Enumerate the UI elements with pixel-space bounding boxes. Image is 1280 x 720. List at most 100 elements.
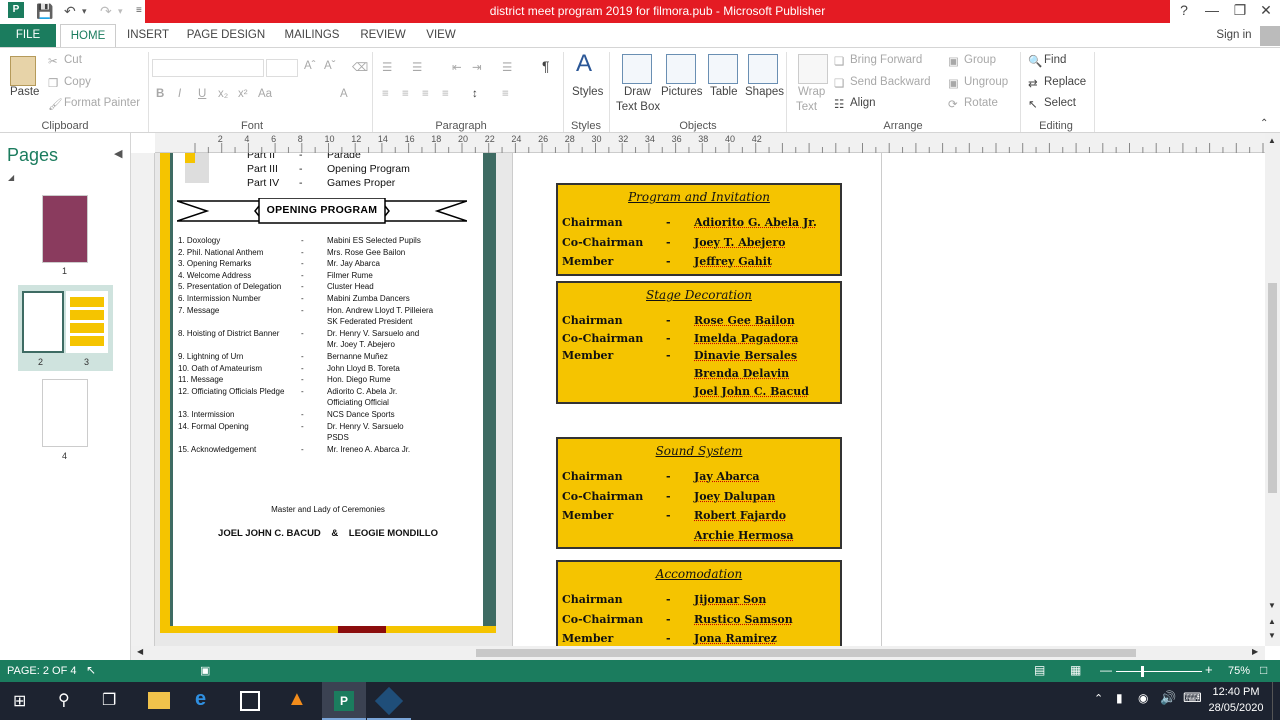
tray-chevron-icon[interactable]: ⌃ <box>1094 692 1103 705</box>
save-icon[interactable]: 💾 <box>36 3 53 20</box>
vertical-ruler[interactable] <box>131 153 155 646</box>
show-desktop-button[interactable] <box>1272 682 1280 720</box>
italic-button[interactable]: I <box>178 88 181 100</box>
pictures-button[interactable]: Pictures <box>661 86 703 98</box>
numbering-icon[interactable]: ☰ <box>412 60 422 74</box>
redo-dropdown-icon[interactable]: ▾ <box>118 6 123 17</box>
align-left-icon[interactable]: ≡ <box>382 88 389 100</box>
close-button[interactable]: ✕ <box>1252 2 1280 19</box>
tab-mailings[interactable]: MAILINGS <box>280 24 344 48</box>
show-pilcrow-button[interactable]: ¶ <box>542 58 550 74</box>
horizontal-scrollbar[interactable]: ◀ ▶ <box>131 646 1265 660</box>
change-case-button[interactable]: Aa <box>258 88 272 100</box>
clear-formatting-icon[interactable]: ⌫ <box>352 60 368 74</box>
search-icon[interactable]: ⚲ <box>58 690 70 710</box>
collapse-ribbon-icon[interactable]: ⌃ <box>1260 118 1268 129</box>
draw-text-box-button[interactable]: Draw <box>624 86 651 98</box>
justify-icon[interactable]: ≡ <box>442 88 449 100</box>
task-view-icon[interactable]: ❐ <box>102 690 116 710</box>
undo-dropdown-icon[interactable]: ▾ <box>82 6 87 17</box>
page-thumbnail-4[interactable] <box>42 379 88 447</box>
zoom-slider[interactable] <box>1116 671 1202 672</box>
tab-file[interactable]: FILE <box>0 24 56 48</box>
minimize-button[interactable]: — <box>1198 2 1226 18</box>
windows-start-icon[interactable]: ⊞ <box>13 691 26 711</box>
send-backward-button[interactable]: Send Backward <box>850 76 931 88</box>
file-explorer-icon[interactable] <box>148 692 170 709</box>
object-position-icon[interactable]: ▣ <box>200 664 210 677</box>
bullets-icon[interactable]: ☰ <box>382 60 392 74</box>
columns-icon[interactable]: ☰ <box>502 60 512 74</box>
superscript-button[interactable]: x² <box>238 88 248 100</box>
page-down-icon[interactable]: ▼ <box>1268 631 1276 640</box>
two-page-view-icon[interactable]: ▦ <box>1070 663 1081 677</box>
battery-icon[interactable]: ▮ <box>1116 691 1123 705</box>
undo-icon[interactable]: ↶ <box>64 3 76 20</box>
help-button[interactable]: ? <box>1170 2 1198 18</box>
committee-box[interactable]: Accomodation Chairman - Jijomar Son Co-Chair… <box>556 560 842 646</box>
font-color-button[interactable]: A <box>340 88 348 100</box>
grow-font-icon[interactable]: Aˆ <box>304 60 316 72</box>
committee-box[interactable]: Program and Invitation Chairman - Adiorito … <box>556 183 842 276</box>
select-button[interactable]: Select <box>1044 97 1076 109</box>
rotate-button[interactable]: Rotate <box>964 97 998 109</box>
sign-in-link[interactable]: Sign in <box>1210 24 1258 48</box>
page-up-icon[interactable]: ▲ <box>1268 617 1276 626</box>
shrink-font-icon[interactable]: Aˇ <box>324 60 336 72</box>
document-canvas[interactable]: Part II - Parade Part III - Opening Program Pa… <box>155 153 1265 646</box>
replace-button[interactable]: Replace <box>1044 76 1086 88</box>
bold-button[interactable]: B <box>156 88 164 100</box>
tab-view[interactable]: VIEW <box>422 24 460 48</box>
zoom-out-icon[interactable]: — <box>1100 663 1112 677</box>
group-button[interactable]: Group <box>964 54 996 66</box>
zoom-slider-thumb[interactable] <box>1141 666 1144 677</box>
zoom-in-icon[interactable]: + <box>1205 662 1213 677</box>
page-2[interactable]: Part II - Parade Part III - Opening Program Pa… <box>173 153 483 626</box>
committee-box[interactable]: Sound System Chairman - Jay Abarca Co-Chairm… <box>556 437 842 549</box>
volume-icon[interactable]: 🔊 <box>1160 690 1176 706</box>
clock-time[interactable]: 12:40 PM <box>1206 686 1266 698</box>
clock-date[interactable]: 28/05/2020 <box>1206 702 1266 714</box>
expand-section-icon[interactable]: ◢ <box>8 173 14 182</box>
page-thumbnail-1[interactable] <box>42 195 88 263</box>
network-icon[interactable]: ◉ <box>1138 691 1148 705</box>
publisher-app-icon[interactable]: P <box>8 2 24 18</box>
user-avatar[interactable] <box>1260 26 1280 46</box>
taskbar-filmora[interactable] <box>367 682 411 720</box>
format-painter-button[interactable]: Format Painter <box>64 97 140 109</box>
tab-review[interactable]: REVIEW <box>358 24 408 48</box>
paragraph-spacing-icon[interactable]: ≡ <box>502 88 509 100</box>
scroll-thumb[interactable] <box>1268 283 1277 493</box>
tab-home[interactable]: HOME <box>60 24 116 48</box>
decrease-indent-icon[interactable]: ⇤ <box>452 60 462 74</box>
underline-button[interactable]: U <box>198 88 206 100</box>
bring-forward-button[interactable]: Bring Forward <box>850 54 922 66</box>
shapes-button[interactable]: Shapes <box>745 86 784 98</box>
font-family-select[interactable] <box>152 59 264 77</box>
page-indicator[interactable]: PAGE: 2 OF 4 <box>7 665 77 677</box>
align-button[interactable]: Align <box>850 97 876 109</box>
line-spacing-icon[interactable]: ↕ <box>472 88 478 100</box>
hscroll-thumb[interactable] <box>476 649 1136 657</box>
copy-button[interactable]: Copy <box>64 76 91 88</box>
styles-button[interactable]: Styles <box>572 86 603 98</box>
keyboard-icon[interactable]: ⌨ <box>1183 690 1202 706</box>
customize-toolbar-icon[interactable]: ≡ <box>136 5 142 16</box>
table-button[interactable]: Table <box>710 86 738 98</box>
wrap-text-button[interactable]: Wrap <box>798 86 825 98</box>
taskbar-publisher[interactable]: P <box>322 682 366 720</box>
font-size-select[interactable] <box>266 59 298 77</box>
scratch-area[interactable] <box>882 153 1265 646</box>
scroll-down-icon[interactable]: ▼ <box>1268 601 1276 610</box>
horizontal-ruler[interactable]: 2 4 6 8 10 12 14 16 18 20 22 24 26 28 30 32 34 36 38 40 42 <box>155 133 1265 153</box>
find-button[interactable]: Find <box>1044 54 1066 66</box>
vlc-icon[interactable]: ▲ <box>287 688 307 711</box>
subscript-button[interactable]: x₂ <box>218 88 228 100</box>
committee-box[interactable]: Stage Decoration Chairman - Rose Gee Bailon… <box>556 281 842 404</box>
ungroup-button[interactable]: Ungroup <box>964 76 1008 88</box>
paste-button[interactable]: Paste <box>10 86 39 98</box>
align-right-icon[interactable]: ≡ <box>422 88 429 100</box>
single-page-view-icon[interactable]: ▤ <box>1034 663 1045 677</box>
vertical-scrollbar[interactable]: ▲ ▼ ▲ ▼ <box>1265 133 1280 646</box>
align-center-icon[interactable]: ≡ <box>402 88 409 100</box>
